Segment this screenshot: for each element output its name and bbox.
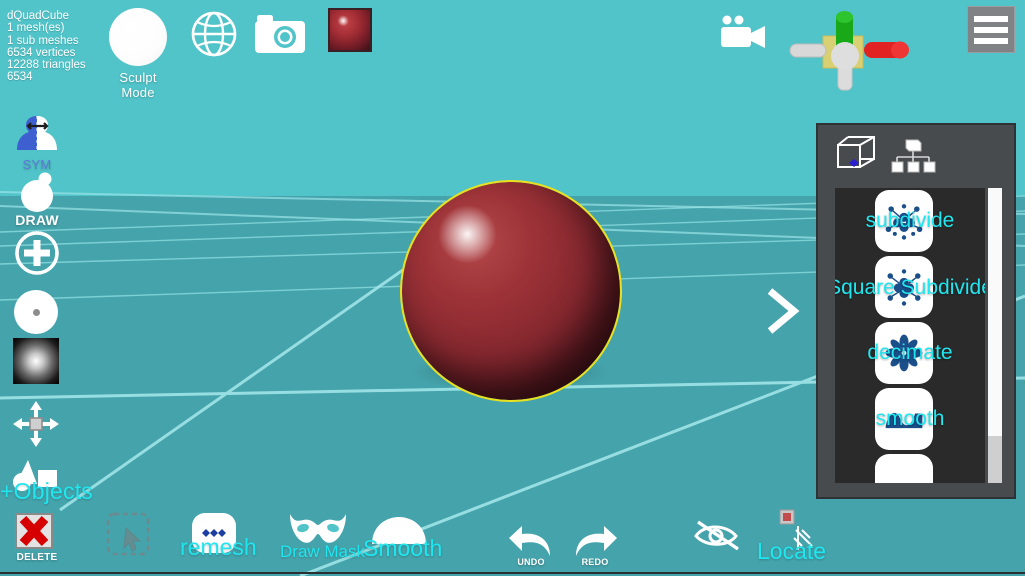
mesh-info-panel: dQuadCube 1 mesh(es) 1 sub meshes 6534 v… [7, 10, 86, 84]
marquee-select-button[interactable] [104, 510, 154, 558]
tools-panel[interactable]: subdivide Square Subdivide decimate smoo… [816, 123, 1016, 499]
delete-button[interactable]: DELETE [12, 512, 62, 563]
mask-icon [290, 514, 346, 543]
symmetry-icon [17, 116, 57, 150]
vertex-count: 6534 vertices [7, 46, 76, 59]
camera-icon [255, 15, 305, 53]
material-sphere-icon[interactable] [328, 8, 372, 52]
list-item[interactable]: subdivide [835, 188, 985, 254]
tools-panel-header [818, 125, 1014, 183]
brush-falloff-icon [13, 338, 59, 384]
next-tool-icon [875, 454, 933, 483]
menu-bar [974, 15, 1008, 22]
hide-eye-icon [694, 520, 739, 551]
list-item-label: decimate [867, 341, 953, 364]
draw-brush-button[interactable]: DRAW [8, 172, 66, 228]
sphere-body[interactable] [400, 180, 622, 402]
globe-icon [191, 11, 237, 57]
undo-button[interactable]: UNDO [508, 524, 554, 567]
sculpt-app-window: dQuadCube 1 mesh(es) 1 sub meshes 6534 v… [0, 0, 1025, 576]
menu-bar [974, 26, 1008, 33]
add-button[interactable] [14, 230, 60, 276]
screenshot-button[interactable] [254, 14, 305, 54]
marquee-select-icon [106, 512, 150, 556]
redo-arrow-icon [576, 526, 617, 556]
list-item[interactable]: Square Subdivide [835, 254, 985, 320]
smooth-label: Smooth [363, 535, 443, 561]
list-item-label: smooth [875, 407, 945, 430]
globe-button[interactable] [190, 10, 238, 58]
list-item-label: subdivide [865, 209, 955, 232]
remesh-label: remesh [180, 534, 257, 560]
list-item[interactable]: smooth [835, 386, 985, 452]
bottom-divider [0, 572, 1025, 574]
panel-scrollbar[interactable] [988, 188, 1002, 483]
plus-circle-icon [15, 231, 59, 275]
sphere-icon [109, 8, 167, 66]
menu-bar [974, 37, 1008, 44]
move-gizmo-icon [13, 401, 59, 447]
tools-list[interactable]: subdivide Square Subdivide decimate smoo… [835, 188, 985, 483]
mesh-name: dQuadCube [7, 10, 70, 22]
brush-radius-button[interactable] [14, 290, 58, 334]
delete-x-icon [15, 513, 53, 549]
sub-mesh-count: 1 sub meshes [7, 34, 79, 47]
symmetry-button[interactable]: SYM [8, 112, 66, 172]
scene-hierarchy-icon[interactable] [890, 137, 936, 173]
list-item[interactable] [835, 452, 985, 483]
locate-label: Locate [757, 538, 827, 564]
mesh-count: 1 mesh(es) [7, 22, 65, 35]
panel-scrollbar-thumb[interactable] [988, 188, 1002, 436]
sculpt-mode-label: Sculpt Mode [119, 70, 157, 100]
sculpt-object-sphere[interactable] [400, 180, 622, 402]
chevron-right-icon[interactable] [760, 285, 804, 337]
transform-gizmo-icon[interactable] [780, 4, 920, 100]
extra-count: 6534 [7, 71, 33, 84]
delete-label: DELETE [16, 552, 58, 563]
list-item-label: Square Subdivide [835, 275, 985, 299]
brush-radius-icon [14, 290, 58, 334]
triangle-count: 12288 triangles [7, 59, 86, 72]
undo-label: UNDO [517, 557, 545, 567]
camera-view-button[interactable] [718, 14, 774, 54]
hide-button[interactable] [692, 518, 742, 552]
hamburger-menu-icon[interactable] [967, 6, 1015, 53]
draw-brush-icon [21, 172, 53, 212]
wireframe-cube-icon[interactable] [834, 133, 878, 175]
list-item[interactable]: decimate [835, 320, 985, 386]
video-camera-icon [721, 15, 765, 48]
draw-label: DRAW [15, 212, 59, 228]
sculpt-mode-button[interactable]: Sculpt Mode [105, 8, 171, 100]
redo-button[interactable]: REDO [572, 524, 618, 567]
undo-arrow-icon [509, 526, 550, 556]
draw-mask-label: Draw Mask [280, 542, 366, 561]
redo-label: REDO [581, 557, 609, 567]
symmetry-label: SYM [22, 157, 52, 172]
brush-falloff-button[interactable] [13, 338, 59, 384]
move-gizmo-button[interactable] [12, 400, 60, 448]
draw-mask-button[interactable] [288, 512, 348, 546]
